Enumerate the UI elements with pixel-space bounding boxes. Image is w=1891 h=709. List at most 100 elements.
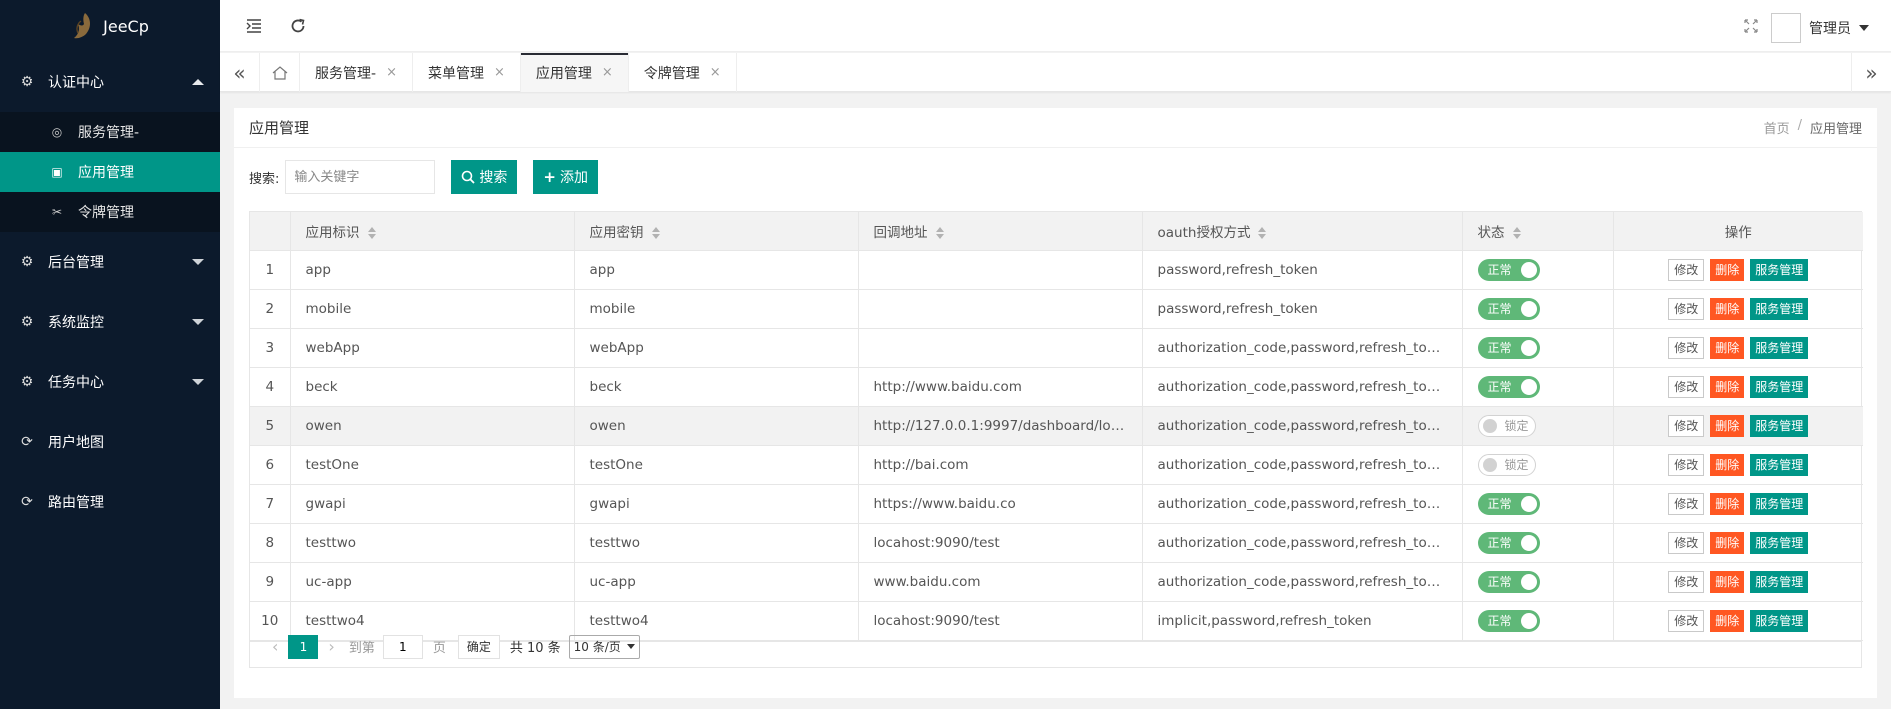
collapse-menu-icon[interactable] [244,16,264,36]
prev-page-icon[interactable]: ‹ [272,637,278,656]
tab-scroll-left-icon[interactable]: « [220,53,260,92]
column-header-callback[interactable]: 回调地址 [858,212,1143,251]
status-toggle[interactable]: 正常 [1477,336,1540,359]
next-page-icon[interactable]: › [328,637,334,656]
edit-button[interactable]: 修改 [1668,531,1705,554]
row-index: 6 [250,445,291,485]
status-toggle[interactable]: 正常 [1477,570,1540,593]
tab-1[interactable]: 菜单管理 × [413,53,521,92]
edit-button[interactable]: 修改 [1668,414,1705,437]
column-header-label: 操作 [1724,224,1752,241]
cell-app-id: beck [290,367,575,407]
status-toggle[interactable]: 正常 [1477,531,1540,554]
sort-icon[interactable] [367,226,376,239]
delete-button[interactable]: 删除 [1710,375,1745,398]
column-header-app-secret[interactable]: 应用密钥 [574,212,859,251]
home-tab-icon[interactable] [260,53,300,92]
tab-0[interactable]: 服务管理- × [300,53,413,92]
cell-app-secret: testtwo [574,523,859,563]
service-manage-button[interactable]: 服务管理 [1750,414,1809,437]
app-logo[interactable]: JeeCp [0,0,220,52]
service-manage-button[interactable]: 服务管理 [1750,531,1809,554]
status-toggle[interactable]: 锁定 [1477,453,1536,476]
tab-scroll-right-icon[interactable]: » [1851,53,1891,92]
search-button[interactable]: 搜索 [451,160,518,194]
cell-status: 锁定 [1462,406,1614,446]
sidebar-item-2[interactable]: ✂ 令牌管理 [0,192,220,232]
service-manage-button[interactable]: 服务管理 [1750,336,1809,359]
close-icon[interactable]: × [602,65,613,80]
delete-button[interactable]: 删除 [1710,336,1745,359]
edit-button[interactable]: 修改 [1668,375,1705,398]
sidebar-item-0[interactable]: ◎ 服务管理- [0,112,220,152]
edit-button[interactable]: 修改 [1668,570,1705,593]
content-card: 应用管理 首页 / 应用管理 搜索: 搜索 + 添加 应用标识 [234,108,1877,698]
status-toggle[interactable]: 正常 [1477,375,1540,398]
service-manage-button[interactable]: 服务管理 [1750,258,1809,281]
sort-icon[interactable] [651,226,660,239]
breadcrumb-home[interactable]: 首页 [1764,118,1790,137]
delete-button[interactable]: 删除 [1710,570,1745,593]
service-manage-button[interactable]: 服务管理 [1750,492,1809,515]
edit-button[interactable]: 修改 [1668,336,1705,359]
search-label: 搜索: [249,171,280,187]
cell-app-secret: app [574,250,859,290]
delete-button[interactable]: 删除 [1710,258,1745,281]
sidebar-group-3[interactable]: ⚙ 任务中心 [0,352,220,412]
close-icon[interactable]: × [494,65,505,80]
status-toggle[interactable]: 正常 [1477,492,1540,515]
page-size-select[interactable]: 10 条/页 [568,634,640,659]
edit-button[interactable]: 修改 [1668,492,1705,515]
service-manage-button[interactable]: 服务管理 [1750,297,1809,320]
row-index: 9 [250,562,291,602]
edit-button[interactable]: 修改 [1668,453,1705,476]
cell-actions: 修改 删除 服务管理 [1613,367,1863,407]
refresh-icon[interactable] [288,16,308,36]
column-header-label: 回调地址 [873,224,928,241]
sidebar-item-1[interactable]: ▣ 应用管理 [0,152,220,192]
sidebar-group-0[interactable]: ⚙ 认证中心 [0,52,220,112]
sidebar-group-2[interactable]: ⚙ 系统监控 [0,292,220,352]
goto-page-input[interactable] [382,634,423,659]
row-index: 3 [250,328,291,368]
status-toggle[interactable]: 正常 [1477,258,1540,281]
status-toggle[interactable]: 正常 [1477,297,1540,320]
service-manage-button[interactable]: 服务管理 [1750,375,1809,398]
gear-icon: ⚙ [20,374,34,390]
edit-button[interactable]: 修改 [1668,297,1705,320]
sort-icon[interactable] [1258,226,1267,239]
sidebar-group-1[interactable]: ⚙ 后台管理 [0,232,220,292]
cell-grant-type: authorization_code,password,refresh_toke… [1142,406,1463,446]
add-button[interactable]: + 添加 [533,160,598,194]
delete-button[interactable]: 删除 [1710,492,1745,515]
search-input[interactable] [285,160,436,194]
delete-button[interactable]: 删除 [1710,297,1745,320]
sort-icon[interactable] [935,226,944,239]
close-icon[interactable]: × [710,65,721,80]
goto-confirm-button[interactable]: 确定 [457,634,500,659]
delete-button[interactable]: 删除 [1710,414,1745,437]
edit-button[interactable]: 修改 [1668,258,1705,281]
column-header-app-id[interactable]: 应用标识 [290,212,575,251]
status-toggle[interactable]: 锁定 [1477,414,1536,437]
cell-actions: 修改 删除 服务管理 [1613,406,1863,446]
sidebar-group-5[interactable]: ⟳ 路由管理 [0,472,220,532]
fullscreen-icon[interactable] [1741,16,1761,36]
column-header-grant-type[interactable]: oauth授权方式 [1142,212,1463,251]
user-menu[interactable]: 管理员 [1771,13,1869,43]
page-number-current[interactable]: 1 [288,634,319,659]
close-icon[interactable]: × [386,65,397,80]
column-header-status[interactable]: 状态 [1462,212,1614,251]
tab-3[interactable]: 令牌管理 × [629,53,737,92]
service-manage-button[interactable]: 服务管理 [1750,570,1809,593]
delete-button[interactable]: 删除 [1710,453,1745,476]
chevron-down-icon [626,644,635,649]
delete-button[interactable]: 删除 [1710,531,1745,554]
service-manage-button[interactable]: 服务管理 [1750,453,1809,476]
cell-callback: www.baidu.com [858,562,1143,602]
sort-icon[interactable] [1512,226,1521,239]
sidebar-group-4[interactable]: ⟳ 用户地图 [0,412,220,472]
tab-2[interactable]: 应用管理 × [520,53,629,92]
cell-grant-type: authorization_code,password,refresh_toke… [1142,445,1463,485]
sidebar-group-label: 后台管理 [48,255,104,271]
